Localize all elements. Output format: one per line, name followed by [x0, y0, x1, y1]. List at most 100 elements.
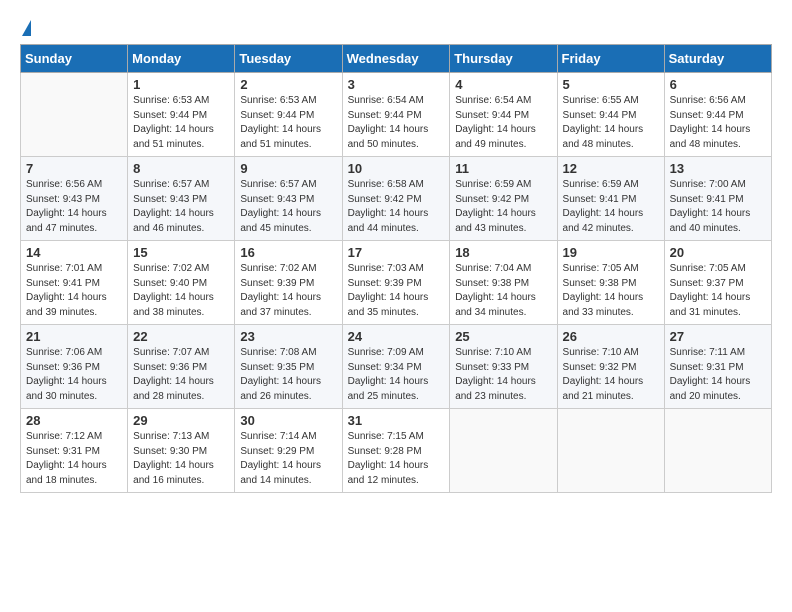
calendar-cell: 20 Sunrise: 7:05 AMSunset: 9:37 PMDaylig… — [664, 241, 771, 325]
calendar-cell: 16 Sunrise: 7:02 AMSunset: 9:39 PMDaylig… — [235, 241, 342, 325]
cell-info: Sunrise: 6:53 AMSunset: 9:44 PMDaylight:… — [133, 95, 214, 150]
cell-info: Sunrise: 7:10 AMSunset: 9:33 PMDaylight:… — [455, 347, 536, 402]
cell-info: Sunrise: 7:07 AMSunset: 9:36 PMDaylight:… — [133, 347, 214, 402]
calendar-cell: 11 Sunrise: 6:59 AMSunset: 9:42 PMDaylig… — [450, 157, 557, 241]
day-number: 31 — [348, 413, 445, 428]
calendar-cell: 15 Sunrise: 7:02 AMSunset: 9:40 PMDaylig… — [128, 241, 235, 325]
day-number: 13 — [670, 161, 766, 176]
calendar-cell: 18 Sunrise: 7:04 AMSunset: 9:38 PMDaylig… — [450, 241, 557, 325]
cell-info: Sunrise: 7:14 AMSunset: 9:29 PMDaylight:… — [240, 431, 321, 486]
day-number: 16 — [240, 245, 336, 260]
weekday-header-friday: Friday — [557, 45, 664, 73]
cell-info: Sunrise: 7:11 AMSunset: 9:31 PMDaylight:… — [670, 347, 751, 402]
calendar-week-4: 21 Sunrise: 7:06 AMSunset: 9:36 PMDaylig… — [21, 325, 772, 409]
calendar-cell: 21 Sunrise: 7:06 AMSunset: 9:36 PMDaylig… — [21, 325, 128, 409]
weekday-header-tuesday: Tuesday — [235, 45, 342, 73]
weekday-header-monday: Monday — [128, 45, 235, 73]
day-number: 21 — [26, 329, 122, 344]
day-number: 9 — [240, 161, 336, 176]
weekday-header-saturday: Saturday — [664, 45, 771, 73]
day-number: 17 — [348, 245, 445, 260]
day-number: 15 — [133, 245, 229, 260]
calendar-cell — [664, 409, 771, 493]
calendar-week-1: 1 Sunrise: 6:53 AMSunset: 9:44 PMDayligh… — [21, 73, 772, 157]
calendar-cell: 6 Sunrise: 6:56 AMSunset: 9:44 PMDayligh… — [664, 73, 771, 157]
calendar-cell: 8 Sunrise: 6:57 AMSunset: 9:43 PMDayligh… — [128, 157, 235, 241]
cell-info: Sunrise: 6:58 AMSunset: 9:42 PMDaylight:… — [348, 179, 429, 234]
day-number: 26 — [563, 329, 659, 344]
calendar-cell: 27 Sunrise: 7:11 AMSunset: 9:31 PMDaylig… — [664, 325, 771, 409]
cell-info: Sunrise: 7:13 AMSunset: 9:30 PMDaylight:… — [133, 431, 214, 486]
calendar-cell: 25 Sunrise: 7:10 AMSunset: 9:33 PMDaylig… — [450, 325, 557, 409]
day-number: 14 — [26, 245, 122, 260]
cell-info: Sunrise: 7:03 AMSunset: 9:39 PMDaylight:… — [348, 263, 429, 318]
calendar-cell: 22 Sunrise: 7:07 AMSunset: 9:36 PMDaylig… — [128, 325, 235, 409]
cell-info: Sunrise: 7:10 AMSunset: 9:32 PMDaylight:… — [563, 347, 644, 402]
calendar-cell: 2 Sunrise: 6:53 AMSunset: 9:44 PMDayligh… — [235, 73, 342, 157]
cell-info: Sunrise: 6:55 AMSunset: 9:44 PMDaylight:… — [563, 95, 644, 150]
cell-info: Sunrise: 6:57 AMSunset: 9:43 PMDaylight:… — [240, 179, 321, 234]
day-number: 27 — [670, 329, 766, 344]
calendar-table: SundayMondayTuesdayWednesdayThursdayFrid… — [20, 44, 772, 493]
weekday-header-thursday: Thursday — [450, 45, 557, 73]
day-number: 24 — [348, 329, 445, 344]
day-number: 23 — [240, 329, 336, 344]
day-number: 29 — [133, 413, 229, 428]
weekday-header-row: SundayMondayTuesdayWednesdayThursdayFrid… — [21, 45, 772, 73]
calendar-cell: 14 Sunrise: 7:01 AMSunset: 9:41 PMDaylig… — [21, 241, 128, 325]
day-number: 19 — [563, 245, 659, 260]
calendar-cell — [450, 409, 557, 493]
calendar-cell: 3 Sunrise: 6:54 AMSunset: 9:44 PMDayligh… — [342, 73, 450, 157]
calendar-body: 1 Sunrise: 6:53 AMSunset: 9:44 PMDayligh… — [21, 73, 772, 493]
calendar-cell: 17 Sunrise: 7:03 AMSunset: 9:39 PMDaylig… — [342, 241, 450, 325]
calendar-week-5: 28 Sunrise: 7:12 AMSunset: 9:31 PMDaylig… — [21, 409, 772, 493]
cell-info: Sunrise: 6:56 AMSunset: 9:43 PMDaylight:… — [26, 179, 107, 234]
cell-info: Sunrise: 7:09 AMSunset: 9:34 PMDaylight:… — [348, 347, 429, 402]
day-number: 2 — [240, 77, 336, 92]
logo-triangle-icon — [22, 20, 31, 36]
calendar-week-2: 7 Sunrise: 6:56 AMSunset: 9:43 PMDayligh… — [21, 157, 772, 241]
calendar-cell: 26 Sunrise: 7:10 AMSunset: 9:32 PMDaylig… — [557, 325, 664, 409]
day-number: 28 — [26, 413, 122, 428]
calendar-cell — [557, 409, 664, 493]
cell-info: Sunrise: 7:01 AMSunset: 9:41 PMDaylight:… — [26, 263, 107, 318]
logo — [20, 20, 31, 36]
calendar-cell: 30 Sunrise: 7:14 AMSunset: 9:29 PMDaylig… — [235, 409, 342, 493]
day-number: 11 — [455, 161, 551, 176]
cell-info: Sunrise: 6:53 AMSunset: 9:44 PMDaylight:… — [240, 95, 321, 150]
weekday-header-sunday: Sunday — [21, 45, 128, 73]
day-number: 3 — [348, 77, 445, 92]
day-number: 12 — [563, 161, 659, 176]
calendar-cell — [21, 73, 128, 157]
calendar-cell: 23 Sunrise: 7:08 AMSunset: 9:35 PMDaylig… — [235, 325, 342, 409]
cell-info: Sunrise: 6:59 AMSunset: 9:42 PMDaylight:… — [455, 179, 536, 234]
day-number: 18 — [455, 245, 551, 260]
cell-info: Sunrise: 7:08 AMSunset: 9:35 PMDaylight:… — [240, 347, 321, 402]
calendar-cell: 19 Sunrise: 7:05 AMSunset: 9:38 PMDaylig… — [557, 241, 664, 325]
day-number: 30 — [240, 413, 336, 428]
calendar-cell: 10 Sunrise: 6:58 AMSunset: 9:42 PMDaylig… — [342, 157, 450, 241]
calendar-cell: 4 Sunrise: 6:54 AMSunset: 9:44 PMDayligh… — [450, 73, 557, 157]
cell-info: Sunrise: 6:56 AMSunset: 9:44 PMDaylight:… — [670, 95, 751, 150]
calendar-cell: 24 Sunrise: 7:09 AMSunset: 9:34 PMDaylig… — [342, 325, 450, 409]
day-number: 20 — [670, 245, 766, 260]
day-number: 8 — [133, 161, 229, 176]
day-number: 10 — [348, 161, 445, 176]
calendar-cell: 28 Sunrise: 7:12 AMSunset: 9:31 PMDaylig… — [21, 409, 128, 493]
cell-info: Sunrise: 7:02 AMSunset: 9:40 PMDaylight:… — [133, 263, 214, 318]
calendar-week-3: 14 Sunrise: 7:01 AMSunset: 9:41 PMDaylig… — [21, 241, 772, 325]
weekday-header-wednesday: Wednesday — [342, 45, 450, 73]
calendar-cell: 13 Sunrise: 7:00 AMSunset: 9:41 PMDaylig… — [664, 157, 771, 241]
cell-info: Sunrise: 6:57 AMSunset: 9:43 PMDaylight:… — [133, 179, 214, 234]
cell-info: Sunrise: 6:59 AMSunset: 9:41 PMDaylight:… — [563, 179, 644, 234]
day-number: 5 — [563, 77, 659, 92]
day-number: 25 — [455, 329, 551, 344]
cell-info: Sunrise: 7:00 AMSunset: 9:41 PMDaylight:… — [670, 179, 751, 234]
calendar-cell: 29 Sunrise: 7:13 AMSunset: 9:30 PMDaylig… — [128, 409, 235, 493]
calendar-cell: 12 Sunrise: 6:59 AMSunset: 9:41 PMDaylig… — [557, 157, 664, 241]
cell-info: Sunrise: 7:06 AMSunset: 9:36 PMDaylight:… — [26, 347, 107, 402]
calendar-cell: 7 Sunrise: 6:56 AMSunset: 9:43 PMDayligh… — [21, 157, 128, 241]
day-number: 4 — [455, 77, 551, 92]
cell-info: Sunrise: 7:04 AMSunset: 9:38 PMDaylight:… — [455, 263, 536, 318]
cell-info: Sunrise: 7:02 AMSunset: 9:39 PMDaylight:… — [240, 263, 321, 318]
